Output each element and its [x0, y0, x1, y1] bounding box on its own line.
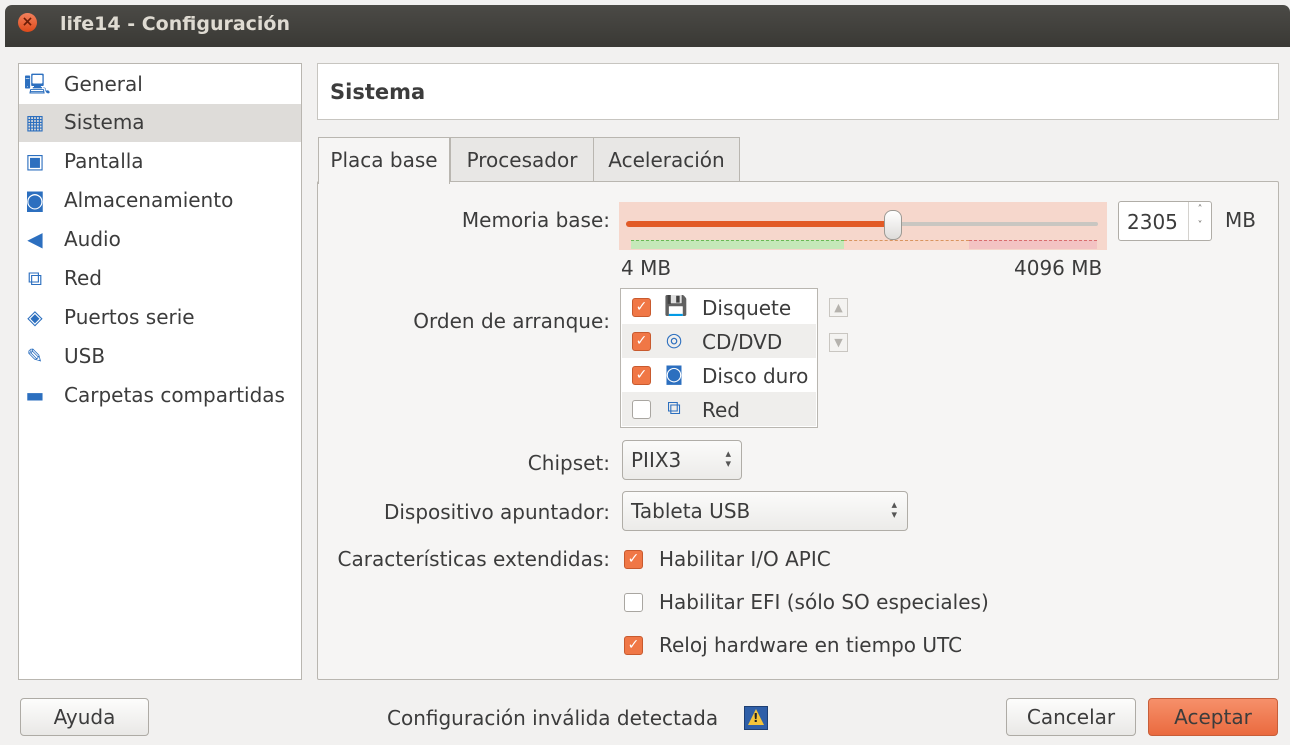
memory-spinbox[interactable]: 2305 ˄ ˅ [1118, 201, 1212, 241]
move-down-icon[interactable]: ▼ [829, 333, 848, 352]
chipset-select[interactable]: PIIX3 ▴ ▾ [622, 440, 742, 480]
memory-min-label: 4 MB [621, 256, 672, 280]
floppy-icon: 💾 [664, 295, 688, 317]
cdrom-icon: ◎ [665, 329, 683, 351]
network-icon: ⧉ [27, 266, 43, 290]
folder-icon: ▬ [25, 383, 45, 407]
slider-thumb[interactable] [884, 210, 902, 240]
motherboard-icon: ▦ [25, 110, 45, 134]
slider-ticks-danger [969, 240, 1097, 249]
warning-icon[interactable]: ! [744, 706, 768, 730]
network-icon: ⧉ [667, 397, 681, 419]
page-header: Sistema [317, 63, 1279, 120]
checkbox[interactable]: ✓ [632, 366, 651, 385]
checkbox[interactable]: ✓ [632, 332, 651, 351]
sidebar-item-almacenamiento[interactable]: ◙ Almacenamiento [19, 182, 301, 220]
window-title: life14 - Configuración [60, 13, 291, 35]
utc-clock-checkbox[interactable]: ✓ [624, 636, 643, 655]
extended-features-label: Características extendidas: [337, 547, 610, 571]
efi-label[interactable]: Habilitar EFI (sólo SO especiales) [659, 590, 989, 614]
harddisk-icon: ◙ [664, 363, 684, 385]
sidebar-item-sistema[interactable]: ▦ Sistema [19, 104, 301, 142]
updown-arrow-icon: ▴ ▾ [891, 498, 897, 521]
updown-arrow-icon: ▴ ▾ [725, 447, 731, 470]
sidebar-item-red[interactable]: ⧉ Red [19, 260, 301, 298]
sidebar-item-puertos-serie[interactable]: ◈ Puertos serie [19, 299, 301, 337]
sidebar-item-label: Almacenamiento [64, 188, 234, 212]
io-apic-label[interactable]: Habilitar I/O APIC [659, 547, 831, 571]
slider-fill [626, 221, 892, 227]
move-up-icon[interactable]: ▲ [829, 298, 848, 317]
checkbox[interactable]: ✓ [632, 298, 651, 317]
sidebar: 🖳 General ▦ Sistema ▣ Pantalla ◙ Almacen… [18, 63, 302, 680]
efi-checkbox[interactable]: ✓ [624, 593, 643, 612]
accept-button[interactable]: Aceptar [1148, 698, 1278, 736]
boot-item-disquete[interactable]: ✓ 💾 Disquete [622, 290, 816, 324]
chipset-value: PIIX3 [631, 448, 682, 472]
tab-placa-base[interactable]: Placa base [318, 137, 450, 184]
pointing-device-label: Dispositivo apuntador: [383, 500, 610, 524]
sidebar-item-label: Carpetas compartidas [64, 383, 285, 407]
chipset-label: Chipset: [527, 451, 610, 475]
boot-item-label: Disco duro [702, 364, 809, 388]
cancel-button[interactable]: Cancelar [1006, 698, 1136, 736]
utc-clock-label[interactable]: Reloj hardware en tiempo UTC [659, 633, 962, 657]
speaker-icon: ◀ [27, 227, 43, 251]
memory-max-label: 4096 MB [1014, 256, 1103, 280]
boot-order-label: Orden de arranque: [413, 309, 610, 333]
spin-arrows-icon[interactable]: ˄ ˅ [1188, 202, 1211, 240]
page-title: Sistema [330, 80, 426, 104]
serial-port-icon: ◈ [27, 305, 43, 329]
help-button[interactable]: Ayuda [20, 698, 149, 736]
io-apic-checkbox[interactable]: ✓ [624, 550, 643, 569]
close-icon[interactable]: × [18, 13, 37, 32]
boot-item-disco-duro[interactable]: ✓ ◙ Disco duro [622, 358, 816, 392]
sidebar-item-carpetas-compartidas[interactable]: ▬ Carpetas compartidas [19, 377, 301, 415]
boot-item-red[interactable]: ✓ ⧉ Red [622, 392, 816, 426]
memory-value: 2305 [1127, 210, 1178, 234]
tab-aceleracion[interactable]: Aceleración [593, 137, 740, 182]
boot-item-label: CD/DVD [702, 330, 783, 354]
tab-procesador[interactable]: Procesador [450, 137, 594, 182]
boot-item-label: Disquete [702, 296, 792, 320]
sidebar-item-label: USB [64, 344, 106, 368]
boot-order-list: ✓ 💾 Disquete ✓ ◎ CD/DVD ✓ ◙ Disco duro ✓… [620, 288, 818, 428]
slider-ticks-safe [631, 240, 844, 249]
sidebar-item-pantalla[interactable]: ▣ Pantalla [19, 143, 301, 181]
pointing-device-value: Tableta USB [631, 499, 751, 523]
sidebar-item-usb[interactable]: ✎ USB [19, 338, 301, 376]
display-icon: ▣ [25, 149, 45, 173]
memory-unit: MB [1225, 208, 1256, 232]
slider-ticks-warning [844, 240, 969, 249]
sidebar-item-label: Puertos serie [64, 305, 195, 329]
boot-item-label: Red [702, 398, 740, 422]
boot-item-cddvd[interactable]: ✓ ◎ CD/DVD [622, 324, 816, 358]
memory-label: Memoria base: [461, 208, 610, 232]
pointing-device-select[interactable]: Tableta USB ▴ ▾ [622, 491, 908, 531]
storage-icon: ◙ [25, 188, 45, 212]
monitor-icon: 🖳 [24, 72, 51, 96]
sidebar-item-label: Audio [64, 227, 121, 251]
sidebar-item-audio[interactable]: ◀ Audio [19, 221, 301, 259]
sidebar-item-label: Pantalla [64, 149, 144, 173]
sidebar-item-general[interactable]: 🖳 General [19, 66, 301, 104]
checkbox[interactable]: ✓ [632, 400, 651, 419]
status-text: Configuración inválida detectada [387, 706, 719, 730]
usb-icon: ✎ [26, 344, 44, 368]
sidebar-item-label: Sistema [64, 110, 145, 134]
sidebar-item-label: General [64, 72, 143, 96]
sidebar-item-label: Red [64, 266, 102, 290]
